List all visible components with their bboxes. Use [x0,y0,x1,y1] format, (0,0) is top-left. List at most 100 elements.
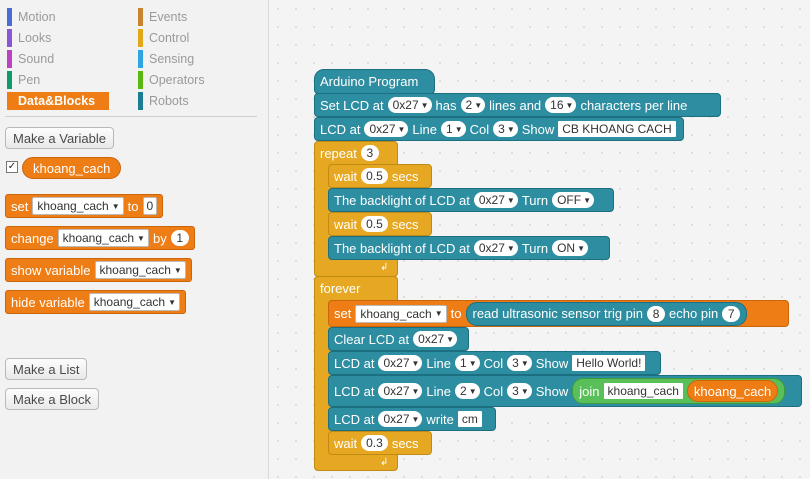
col-dropdown[interactable]: 3 ▼ [493,121,518,137]
category-robots[interactable]: Robots [138,92,189,110]
backlight-state-dropdown[interactable]: ON ▼ [552,240,588,256]
block-text: Line [426,383,451,399]
category-sound[interactable]: Sound [7,50,54,68]
change-variable-block[interactable]: change khoang_cach ▼ by 1 [5,226,195,250]
set-value-input[interactable]: 0 [142,197,158,215]
category-color-swatch [7,50,12,68]
lcd-address-dropdown[interactable]: 0x27 ▼ [473,192,518,208]
change-value-input[interactable]: 1 [170,230,189,246]
wait-block[interactable]: wait 0.3 secs [328,431,432,455]
category-operators[interactable]: Operators [138,71,205,89]
category-color-swatch [138,8,143,26]
lcd-address-dropdown[interactable]: 0x27 ▼ [378,383,423,399]
category-control[interactable]: Control [138,29,189,47]
repeat-count-input[interactable]: 3 [360,145,379,161]
set-var-dropdown[interactable]: khoang_cach ▼ [32,197,124,215]
line-dropdown[interactable]: 2 ▼ [455,383,480,399]
block-text: LCD at [320,121,361,137]
category-looks[interactable]: Looks [7,29,51,47]
arduino-program-hat-block[interactable]: Arduino Program [314,69,435,94]
lcd-show-block[interactable]: LCD at 0x27 ▼ Line 2 ▼ Col 3 ▼ Show join kh… [328,375,802,407]
wait-seconds-input[interactable]: 0.5 [361,216,388,232]
category-color-swatch [138,50,143,68]
category-label: Sensing [149,52,195,66]
make-block-button[interactable]: Make a Block [5,388,100,410]
variable-reporter-khoang-cach[interactable]: khoang_cach [22,157,122,179]
lines-dropdown[interactable]: 2 ▼ [460,97,486,113]
lcd-write-block[interactable]: LCD at 0x27 ▼ write cm [328,407,496,431]
set-lcd-block[interactable]: Set LCD at 0x27 ▼ has 2 ▼ lines and 16 ▼ ch… [314,93,721,117]
backlight-block[interactable]: The backlight of LCD at 0x27 ▼ Turn OFF ▼ [328,188,614,212]
hide-variable-block[interactable]: hide variable khoang_cach ▼ [5,290,187,314]
block-text: secs [391,216,419,232]
hide-variable-label: hide variable [11,294,85,310]
script-area[interactable]: Arduino Program Set LCD at 0x27 ▼ has 2 ▼ … [269,0,810,479]
backlight-state-dropdown[interactable]: OFF ▼ [552,192,594,208]
dropdown-arrow-icon: ▼ [506,124,515,134]
show-variable-label: show variable [11,262,91,278]
category-color-swatch [138,29,143,47]
set-to-label: to [127,198,139,214]
repeat-header: repeat 3 [315,142,384,164]
block-text: LCD at [334,383,375,399]
set-variable-block[interactable]: set khoang_cach ▼ to 0 [5,194,164,218]
dropdown-arrow-icon: ▼ [111,201,120,211]
lcd-address-dropdown[interactable]: 0x27 ▼ [378,355,423,371]
block-text: Turn [521,192,549,208]
join-reporter[interactable]: join khoang_cach khoang_cach [572,378,786,404]
make-variable-button[interactable]: Make a Variable [5,127,114,149]
lcd-address-dropdown[interactable]: 0x27 ▼ [364,121,409,137]
dropdown-arrow-icon: ▼ [583,195,591,205]
wait-seconds-input[interactable]: 0.5 [361,168,388,184]
show-variable-block[interactable]: show variable khoang_cach ▼ [5,258,192,282]
block-text: Show [535,355,569,371]
change-by-label: by [152,230,167,246]
category-label: Control [149,31,190,45]
clear-lcd-block[interactable]: Clear LCD at 0x27 ▼ [328,327,469,351]
set-var-dropdown[interactable]: khoang_cach ▼ [355,304,447,323]
dropdown-arrow-icon: ▼ [411,414,420,424]
wait-seconds-input[interactable]: 0.3 [361,435,388,451]
lcd-show-block[interactable]: LCD at 0x27 ▼ Line 1 ▼ Col 3 ▼ Show Hello W… [328,351,661,375]
hide-var-dropdown[interactable]: khoang_cach ▼ [88,293,181,311]
dropdown-arrow-icon: ▼ [520,358,529,368]
category-color-swatch [138,71,143,89]
wait-block[interactable]: wait 0.5 secs [328,212,432,236]
lcd-text-input[interactable]: CB KHOANG CACH [558,121,676,137]
variable-reporter-khoang-cach[interactable]: khoang_cach [686,380,779,402]
category-pen[interactable]: Pen [7,71,40,89]
reporter-text: join [579,383,600,399]
chars-dropdown[interactable]: 16 ▼ [545,97,577,113]
lcd-show-block[interactable]: LCD at 0x27 ▼ Line 1 ▼ Col 3 ▼ Show CB KHOA… [314,117,684,141]
set-variable-block[interactable]: set khoang_cach ▼ to read ultrasonic sens… [328,300,789,327]
show-var-dropdown[interactable]: khoang_cach ▼ [94,261,186,279]
category-label: Data&Blocks [18,94,96,108]
col-dropdown[interactable]: 3 ▼ [507,355,532,371]
category-data-blocks[interactable]: Data&Blocks [7,92,110,110]
trig-pin-input[interactable]: 8 [647,305,666,322]
category-events[interactable]: Events [138,8,187,26]
category-motion[interactable]: Motion [7,8,56,26]
lcd-address-dropdown[interactable]: 0x27 ▼ [378,411,423,427]
line-dropdown[interactable]: 1 ▼ [441,121,466,137]
ultrasonic-sensor-reporter[interactable]: read ultrasonic sensor trig pin 8 echo p… [465,301,748,326]
category-sensing[interactable]: Sensing [138,50,194,68]
change-var-dropdown[interactable]: khoang_cach ▼ [57,229,149,247]
join-text-input[interactable]: khoang_cach [603,383,683,399]
backlight-block[interactable]: The backlight of LCD at 0x27 ▼ Turn ON ▼ [328,236,610,260]
variable-checkbox[interactable]: ✓ [6,161,18,173]
lcd-address-dropdown[interactable]: 0x27 ▼ [473,240,518,256]
dropdown-arrow-icon: ▼ [420,100,429,110]
line-dropdown[interactable]: 1 ▼ [455,355,480,371]
block-text: Col [469,121,490,137]
col-dropdown[interactable]: 3 ▼ [507,383,532,399]
block-text: wait [334,216,358,232]
lcd-address-dropdown[interactable]: 0x27 ▼ [413,331,458,347]
lcd-address-dropdown[interactable]: 0x27 ▼ [387,97,432,113]
wait-block[interactable]: wait 0.5 secs [328,164,432,188]
forever-label: forever [320,280,361,296]
make-list-button[interactable]: Make a List [5,358,88,380]
echo-pin-input[interactable]: 7 [722,305,741,322]
lcd-write-text-input[interactable]: cm [457,411,482,427]
lcd-text-input[interactable]: Hello World! [572,355,646,371]
